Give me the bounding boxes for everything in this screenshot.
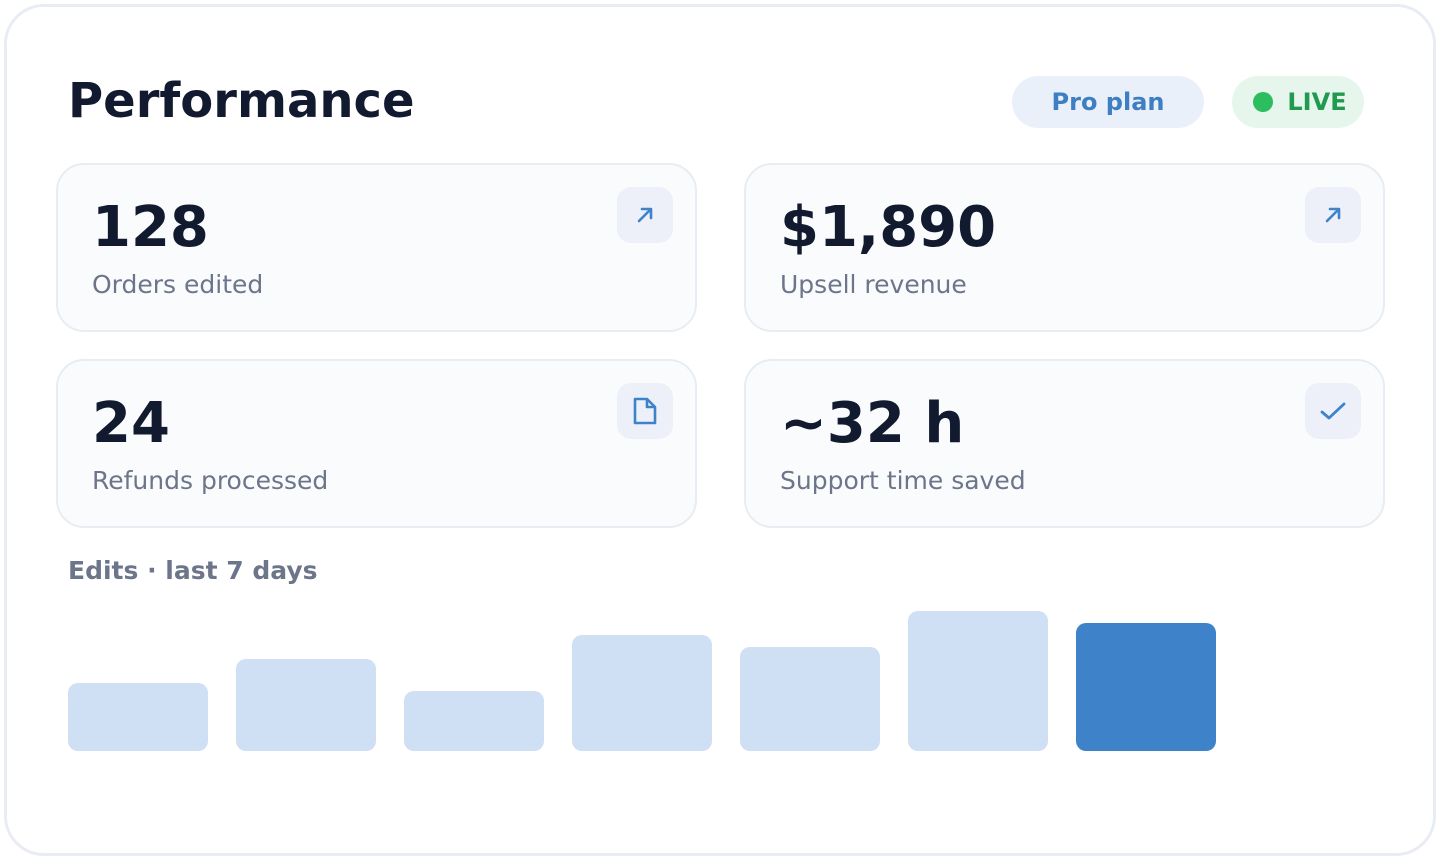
bar-day-5[interactable] (740, 647, 880, 751)
bar-day-3[interactable] (404, 691, 544, 751)
bar-day-7[interactable] (1076, 623, 1216, 751)
bar-day-1[interactable] (68, 683, 208, 751)
bar-day-2[interactable] (236, 659, 376, 751)
bar-day-4[interactable] (572, 635, 712, 751)
edits-bar-chart (68, 611, 1216, 751)
bar-day-6[interactable] (908, 611, 1048, 751)
